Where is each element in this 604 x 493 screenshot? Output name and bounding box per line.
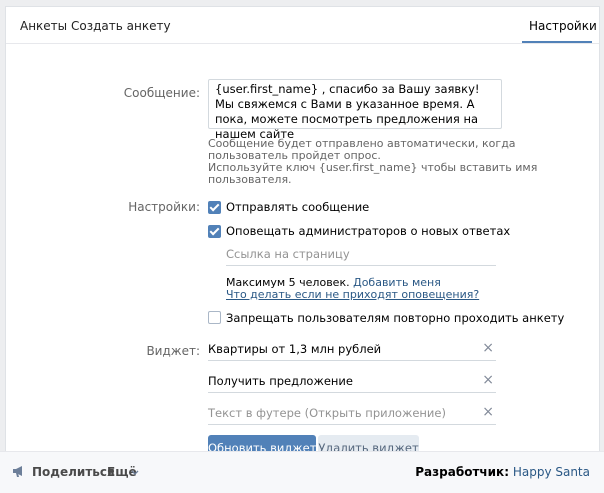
message-hint-4: пользователя. — [208, 173, 292, 186]
send-message-checkbox[interactable] — [208, 201, 221, 214]
notify-admins-label[interactable]: Оповещать администраторов о новых ответа… — [226, 224, 510, 238]
developer-info: Разработчик: Happy Santa — [415, 465, 590, 479]
widget-title-value: Квартиры от 1,3 млн рублей — [208, 342, 382, 356]
developer-label: Разработчик: — [415, 465, 509, 479]
widget-footer-input[interactable]: Текст в футере (Открыть приложение) × — [208, 404, 496, 425]
widget-button-input[interactable]: Получить предложение × — [208, 372, 496, 393]
clear-title-icon[interactable]: × — [482, 340, 494, 356]
widget-button-value: Получить предложение — [208, 374, 353, 388]
clear-footer-icon[interactable]: × — [482, 404, 494, 420]
message-label: Сообщение: — [123, 86, 200, 100]
developer-link[interactable]: Happy Santa — [513, 465, 590, 479]
megaphone-icon[interactable] — [12, 465, 26, 481]
message-textarea[interactable]: {user.first_name} , спасибо за Вашу заяв… — [208, 79, 502, 141]
send-message-label[interactable]: Отправлять сообщение — [226, 200, 369, 214]
chevron-down-icon[interactable] — [131, 466, 139, 480]
widget-footer-placeholder: Текст в футере (Открыть приложение) — [208, 406, 446, 420]
settings-label: Настройки: — [128, 200, 200, 214]
share-link[interactable]: Поделиться — [32, 465, 115, 479]
tab-bar: Анкеты Создать анкету Настройки — [6, 7, 599, 44]
widget-label: Виджет: — [146, 344, 200, 358]
page-link-placeholder: Ссылка на страницу — [226, 247, 350, 261]
no-notifications-row: Что делать если не приходят оповещения? — [226, 288, 479, 301]
forbid-repeat-label[interactable]: Запрещать пользователям повторно проходи… — [226, 311, 564, 325]
active-tab-indicator — [522, 41, 592, 43]
tab-create[interactable]: Создать анкету — [71, 19, 171, 33]
page-link-input[interactable]: Ссылка на страницу — [226, 245, 496, 266]
no-notifications-link[interactable]: Что делать если не приходят оповещения? — [226, 288, 479, 301]
tab-anketi[interactable]: Анкеты — [20, 19, 67, 33]
settings-card: Анкеты Создать анкету Настройки Сообщени… — [5, 6, 600, 453]
clear-button-icon[interactable]: × — [482, 372, 494, 388]
notify-admins-checkbox[interactable] — [208, 225, 221, 238]
app-footer: Поделиться Ещё Разработчик: Happy Santa — [0, 451, 604, 493]
forbid-repeat-checkbox[interactable] — [208, 311, 221, 324]
tab-settings[interactable]: Настройки — [529, 19, 597, 33]
widget-title-input[interactable]: Квартиры от 1,3 млн рублей × — [208, 340, 496, 361]
